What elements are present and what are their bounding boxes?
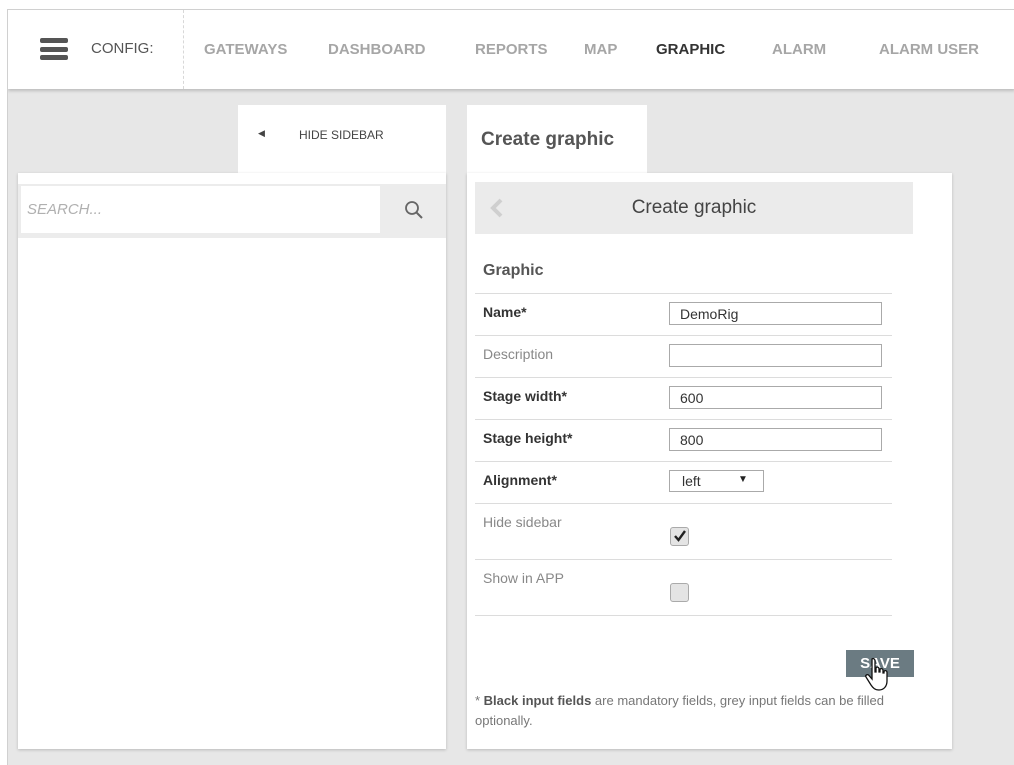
hand-pointer-cursor-icon [865, 657, 888, 691]
stage-height-label: Stage height* [483, 430, 573, 446]
hide-sidebar-checkbox[interactable] [670, 527, 689, 546]
show-in-app-row: Show in APP [475, 559, 892, 615]
search-icon[interactable] [404, 200, 424, 220]
stage-width-row: Stage width* [475, 377, 892, 419]
hide-sidebar-label: HIDE SIDEBAR [299, 128, 384, 142]
create-graphic-tab[interactable]: Create graphic [467, 105, 647, 173]
card-header: Create graphic [475, 182, 913, 234]
config-menu-button[interactable]: CONFIG: [8, 10, 184, 89]
top-navigation-bar: CONFIG: GATEWAYS DASHBOARD REPORTS MAP G… [8, 10, 1014, 89]
hide-sidebar-toggle[interactable]: ◀ HIDE SIDEBAR [238, 105, 446, 173]
nav-alarm[interactable]: ALARM [772, 41, 826, 58]
card-title: Create graphic [631, 197, 757, 218]
nav-alarm-user[interactable]: ALARM USER [879, 41, 979, 58]
description-field[interactable] [669, 344, 882, 367]
nav-gateways[interactable]: GATEWAYS [204, 41, 287, 58]
description-label: Description [483, 346, 554, 362]
show-in-app-label: Show in APP [483, 570, 564, 586]
checkmark-icon [674, 530, 686, 542]
collapse-arrow-icon: ◀ [258, 128, 265, 138]
show-in-app-checkbox[interactable] [670, 583, 689, 602]
stage-width-field[interactable] [669, 386, 882, 409]
name-field[interactable] [669, 302, 882, 325]
alignment-label: Alignment* [483, 472, 557, 488]
stage-height-field[interactable] [669, 428, 882, 451]
alignment-value: left [682, 473, 701, 489]
nav-reports[interactable]: REPORTS [475, 41, 548, 58]
search-input[interactable] [21, 186, 380, 233]
alignment-select[interactable]: left ▼ [669, 470, 764, 492]
form-divider [475, 615, 892, 616]
sidebar-panel [18, 173, 446, 749]
name-row: Name* [475, 293, 892, 335]
dropdown-caret-icon: ▼ [738, 474, 748, 485]
tab-title: Create graphic [481, 129, 615, 150]
mandatory-fields-note: * Black input fields are mandatory field… [475, 691, 915, 731]
nav-dashboard[interactable]: DASHBOARD [328, 41, 426, 58]
note-bold-text: Black input fields [483, 693, 592, 708]
create-graphic-card: Create graphic Graphic Name* Description… [467, 173, 952, 749]
search-bar [18, 184, 446, 238]
app-window: CONFIG: GATEWAYS DASHBOARD REPORTS MAP G… [7, 9, 1014, 765]
config-label: CONFIG: [91, 40, 154, 57]
description-row: Description [475, 335, 892, 377]
nav-graphic[interactable]: GRAPHIC [656, 41, 725, 58]
note-prefix: * [475, 693, 484, 708]
stage-width-label: Stage width* [483, 388, 568, 404]
name-label: Name* [483, 304, 527, 320]
stage-height-row: Stage height* [475, 419, 892, 461]
hamburger-menu-icon [40, 38, 68, 60]
alignment-row: Alignment* left ▼ [475, 461, 892, 503]
hide-sidebar-row: Hide sidebar [475, 503, 892, 559]
section-title: Graphic [483, 262, 544, 279]
nav-map[interactable]: MAP [584, 41, 617, 58]
hide-sidebar-field-label: Hide sidebar [483, 514, 562, 530]
